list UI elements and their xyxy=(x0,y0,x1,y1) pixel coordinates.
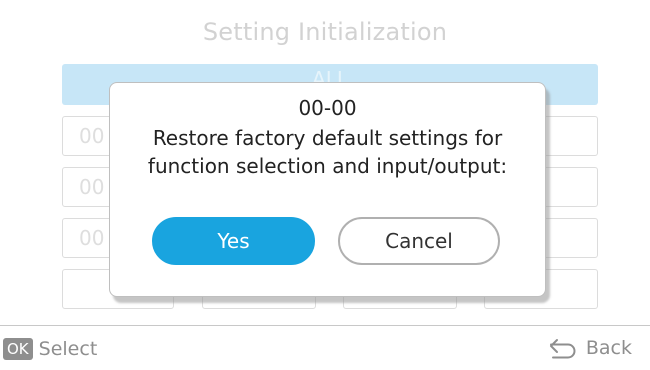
footer-back-hint[interactable]: Back xyxy=(548,337,632,359)
confirm-dialog: 00-00 Restore factory default settings f… xyxy=(109,82,546,297)
select-label: Select xyxy=(38,338,98,360)
yes-button[interactable]: Yes xyxy=(152,217,315,265)
dialog-message-line1: Restore factory default settings for xyxy=(152,126,503,150)
back-arrow-icon xyxy=(548,337,578,359)
footer-divider xyxy=(0,325,650,326)
dialog-message: Restore factory default settings for fun… xyxy=(110,124,545,180)
cancel-button[interactable]: Cancel xyxy=(338,217,500,265)
dialog-message-line2: function selection and input/output: xyxy=(147,154,508,178)
ok-key-icon: OK xyxy=(3,338,33,360)
back-label: Back xyxy=(585,337,632,359)
page-title: Setting Initialization xyxy=(202,18,448,46)
dialog-code: 00-00 xyxy=(298,96,357,120)
settings-screen: Setting Initialization ALL 00 00 00 OK S… xyxy=(0,0,650,370)
footer-select-hint: OK Select xyxy=(3,338,97,360)
